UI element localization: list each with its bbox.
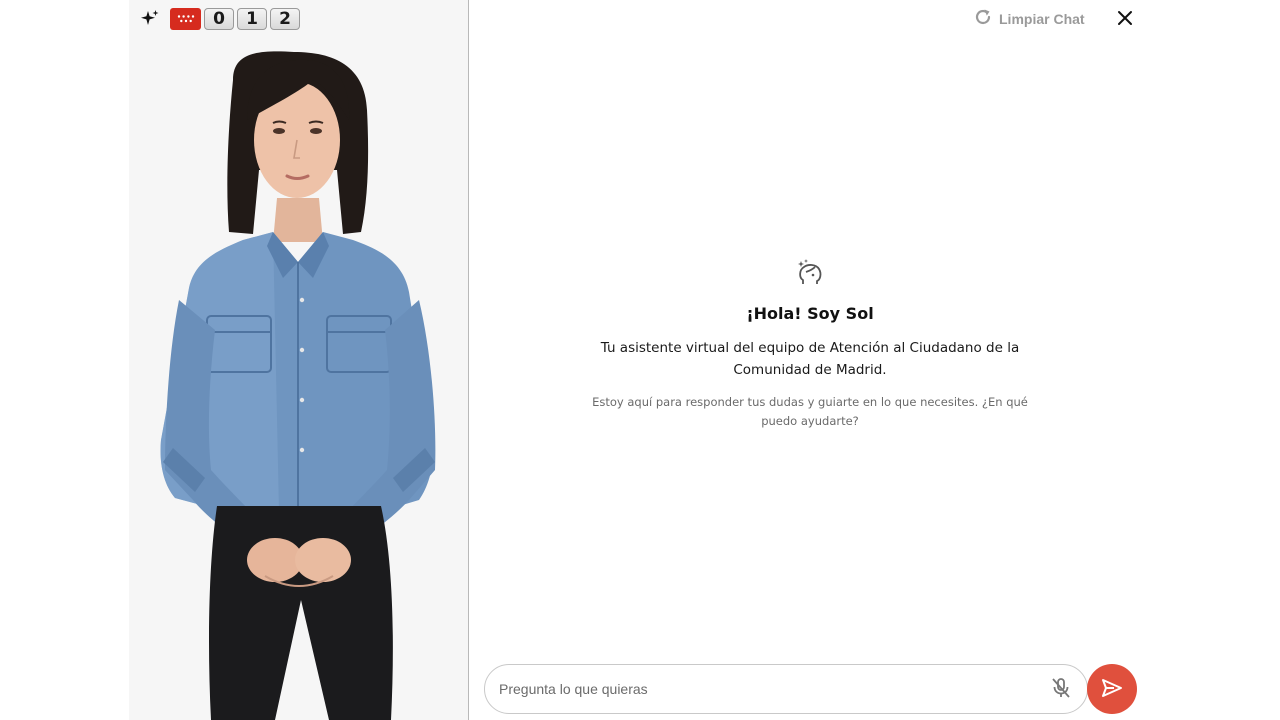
- mic-off-icon: [1049, 676, 1073, 704]
- welcome-hint: Estoy aquí para responder tus dudas y gu…: [592, 395, 1028, 428]
- close-icon: [1117, 10, 1133, 30]
- chat-app: 0 1 2 Limpiar Chat ¡Hola! Soy Sol Tu asi…: [0, 0, 1280, 720]
- madrid-flag-icon: [170, 8, 201, 30]
- refresh-icon: [973, 7, 993, 31]
- mic-button[interactable]: [1048, 677, 1074, 703]
- logo-digit: 2: [270, 8, 300, 30]
- message-composer: [484, 664, 1088, 714]
- panel-divider: [468, 0, 469, 720]
- logo-digit: 1: [237, 8, 267, 30]
- send-icon: [1100, 676, 1124, 703]
- welcome-title: ¡Hola! Soy Sol: [746, 304, 874, 323]
- welcome-message: ¡Hola! Soy Sol Tu asistente virtual del …: [590, 258, 1030, 431]
- assistant-face-icon: [795, 258, 825, 288]
- clear-chat-button[interactable]: Limpiar Chat: [973, 8, 1085, 30]
- chat-header: Limpiar Chat: [470, 0, 1280, 40]
- sparkle-icon: [139, 8, 161, 30]
- avatar-illustration: [160, 51, 436, 720]
- welcome-subtitle: Tu asistente virtual del equipo de Atenc…: [600, 340, 1020, 378]
- message-input[interactable]: [499, 674, 1029, 704]
- send-button[interactable]: [1087, 664, 1137, 714]
- close-button[interactable]: [1114, 9, 1136, 31]
- brand-bar: 0 1 2: [139, 7, 300, 31]
- avatar-panel: 0 1 2: [129, 0, 468, 720]
- clear-chat-label: Limpiar Chat: [999, 11, 1085, 27]
- logo-digit: 0: [204, 8, 234, 30]
